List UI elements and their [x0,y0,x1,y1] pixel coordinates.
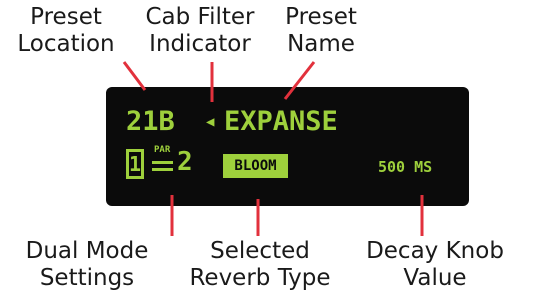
preset-location-callout-line1: Preset [30,4,102,30]
dual-mode-callout-line2: Settings [39,265,135,291]
decay-value-display: 500 MS [378,158,433,176]
cab-filter-callout-line1: Cab Filter [145,4,255,30]
preset-location-display: 21B [126,106,175,137]
preset-name-callout-line2: Name [287,31,355,57]
parallel-bar-top [152,161,173,164]
dual-mode-par-label: PAR [154,145,171,155]
dual-mode-index-box: 1 [126,149,144,179]
preset-name-display: EXPANSE [224,106,338,137]
preset-location-callout: Preset Location [6,4,126,58]
parallel-bar-bottom [152,168,173,171]
reverb-type-callout-line2: Reverb Type [189,265,331,291]
preset-name-callout: Preset Name [271,4,371,58]
cab-filter-callout: Cab Filter Indicator [135,4,265,58]
preset-location-callout-line2: Location [17,31,115,57]
leader-preset-location [122,61,147,91]
decay-knob-callout: Decay Knob Value [360,238,510,292]
reverb-type-display: BLOOM [223,154,288,178]
reverb-type-callout: Selected Reverb Type [186,238,334,292]
cab-filter-callout-line2: Indicator [149,31,251,57]
reverb-type-callout-line1: Selected [210,238,310,264]
decay-knob-callout-line1: Decay Knob [366,238,504,264]
decay-knob-callout-line2: Value [403,265,467,291]
speaker-icon: ◀ [206,114,215,130]
dual-mode-callout-line1: Dual Mode [25,238,149,264]
preset-name-callout-line1: Preset [285,4,357,30]
dual-mode-count: 2 [177,147,193,177]
dual-mode-callout: Dual Mode Settings [22,238,152,292]
lcd-screen: 21B ◀ EXPANSE 1 PAR 2 BLOOM 500 MS [106,87,469,206]
